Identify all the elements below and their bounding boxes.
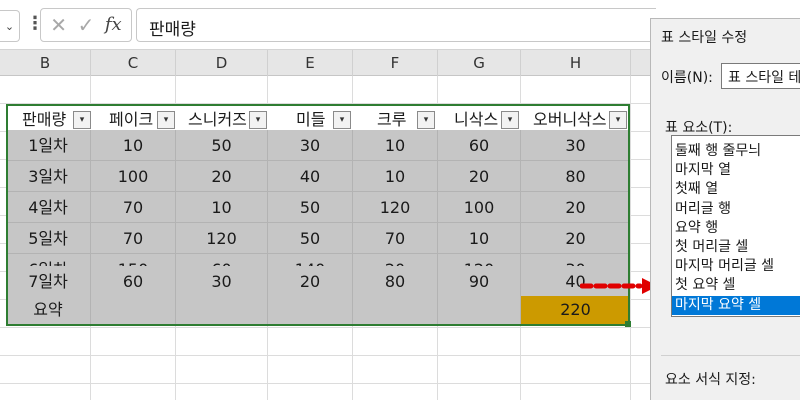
cancel-icon[interactable]: ✕ [50, 15, 67, 35]
column-header-bar: B C D E F G H [0, 50, 650, 76]
formula-input[interactable]: 판매량 [136, 8, 656, 42]
column-header-h[interactable]: H [521, 50, 631, 76]
list-item[interactable]: 머리글 행 [672, 200, 800, 219]
list-item-selected[interactable]: 마지막 요약 셀 [672, 295, 800, 315]
list-item[interactable]: 요약 행 [672, 219, 800, 238]
list-item[interactable]: 둘째 행 줄무늬 [672, 142, 800, 161]
table-border [6, 104, 630, 326]
modify-table-style-dialog: 표 스타일 수정 이름(N): 표 스타일 테 표 요소(T): 둘째 행 줄무… [650, 18, 800, 400]
table-elements-list[interactable]: 둘째 행 줄무늬 마지막 열 첫째 열 머리글 행 요약 행 첫 머리글 셀 마… [671, 135, 800, 317]
chevron-down-icon: ⌄ [4, 19, 15, 33]
column-header-c[interactable]: C [91, 50, 176, 76]
column-header-d[interactable]: D [176, 50, 268, 76]
insert-function-icon[interactable]: fx [105, 15, 122, 35]
list-item[interactable]: 첫 요약 셀 [672, 276, 800, 295]
divider [661, 355, 800, 356]
column-header-e[interactable]: E [268, 50, 353, 76]
column-header-g[interactable]: G [438, 50, 521, 76]
formula-controls: ✕ ✓ fx [40, 8, 132, 42]
element-format-label: 요소 서식 지정: [665, 372, 756, 388]
enter-icon[interactable]: ✓ [78, 15, 95, 35]
list-item[interactable]: 첫째 열 [672, 180, 800, 199]
red-arrow-annotation [580, 278, 658, 294]
style-name-input[interactable]: 표 스타일 테 [721, 63, 800, 89]
dialog-title: 표 스타일 수정 [661, 30, 748, 46]
list-item[interactable]: 첫 머리글 셀 [672, 238, 800, 257]
table-elements-label: 표 요소(T): [665, 120, 733, 136]
list-item[interactable]: 마지막 열 [672, 161, 800, 180]
column-header-b[interactable]: B [0, 50, 91, 76]
column-header-f[interactable]: F [353, 50, 438, 76]
table-resize-handle[interactable] [625, 321, 631, 327]
name-label: 이름(N): [661, 70, 713, 86]
name-box-dropdown[interactable]: ⌄ [0, 10, 20, 42]
list-item[interactable]: 마지막 머리글 셀 [672, 257, 800, 276]
